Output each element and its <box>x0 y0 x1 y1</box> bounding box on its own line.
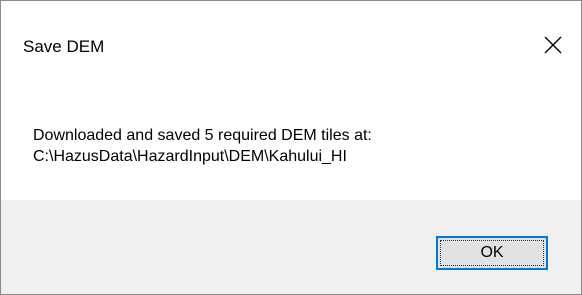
message-line-1: Downloaded and saved 5 required DEM tile… <box>33 127 372 144</box>
close-button[interactable] <box>525 23 581 67</box>
close-icon <box>544 36 562 54</box>
ok-button[interactable]: OK <box>436 236 548 270</box>
dialog-footer: OK <box>1 200 581 294</box>
save-dem-dialog: Save DEM Downloaded and saved 5 required… <box>0 0 582 295</box>
title-bar: Save DEM <box>1 1 581 89</box>
dialog-message: Downloaded and saved 5 required DEM tile… <box>33 125 372 167</box>
dialog-title: Save DEM <box>23 37 105 56</box>
message-line-2: C:\HazusData\HazardInput\DEM\Kahului_HI <box>33 148 347 165</box>
